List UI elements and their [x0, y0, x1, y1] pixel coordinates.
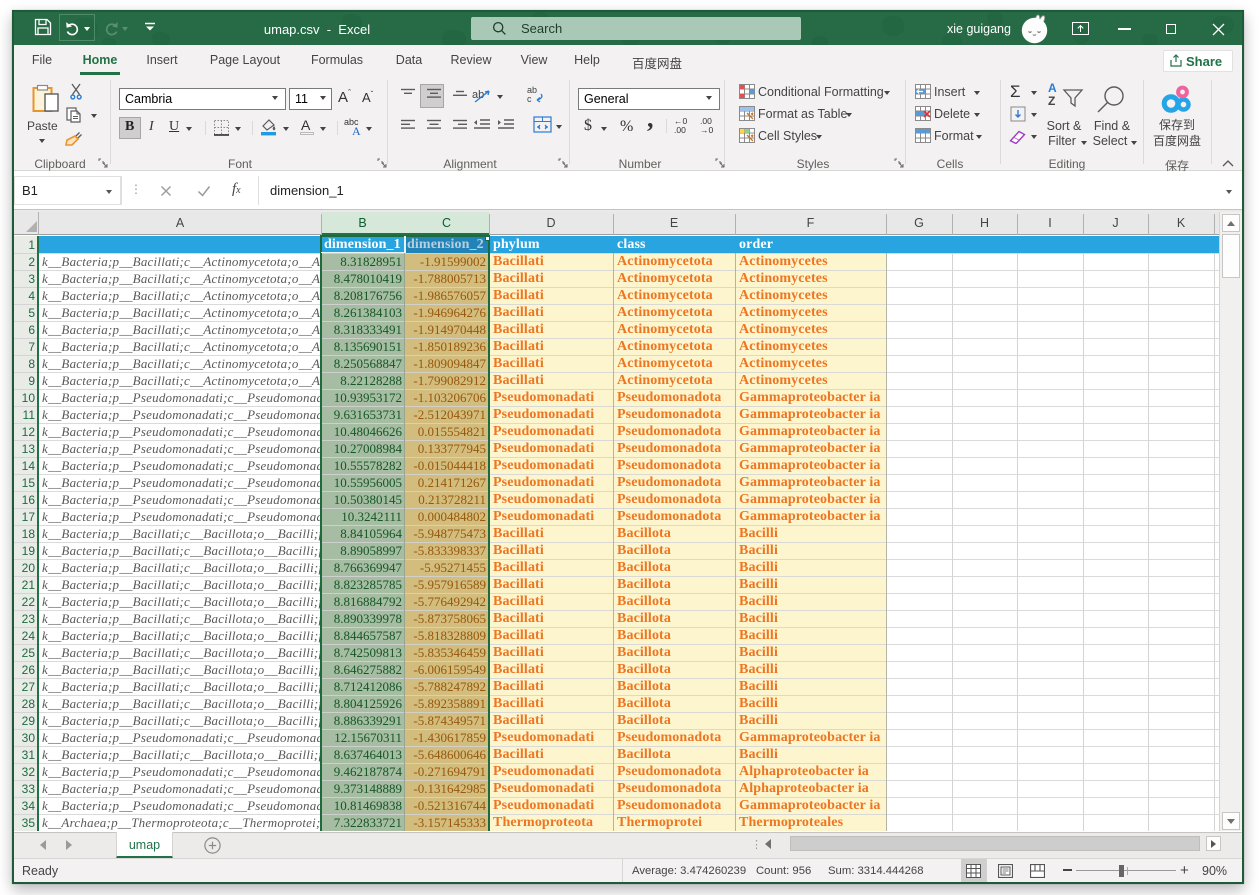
svg-text:c: c — [527, 94, 532, 104]
